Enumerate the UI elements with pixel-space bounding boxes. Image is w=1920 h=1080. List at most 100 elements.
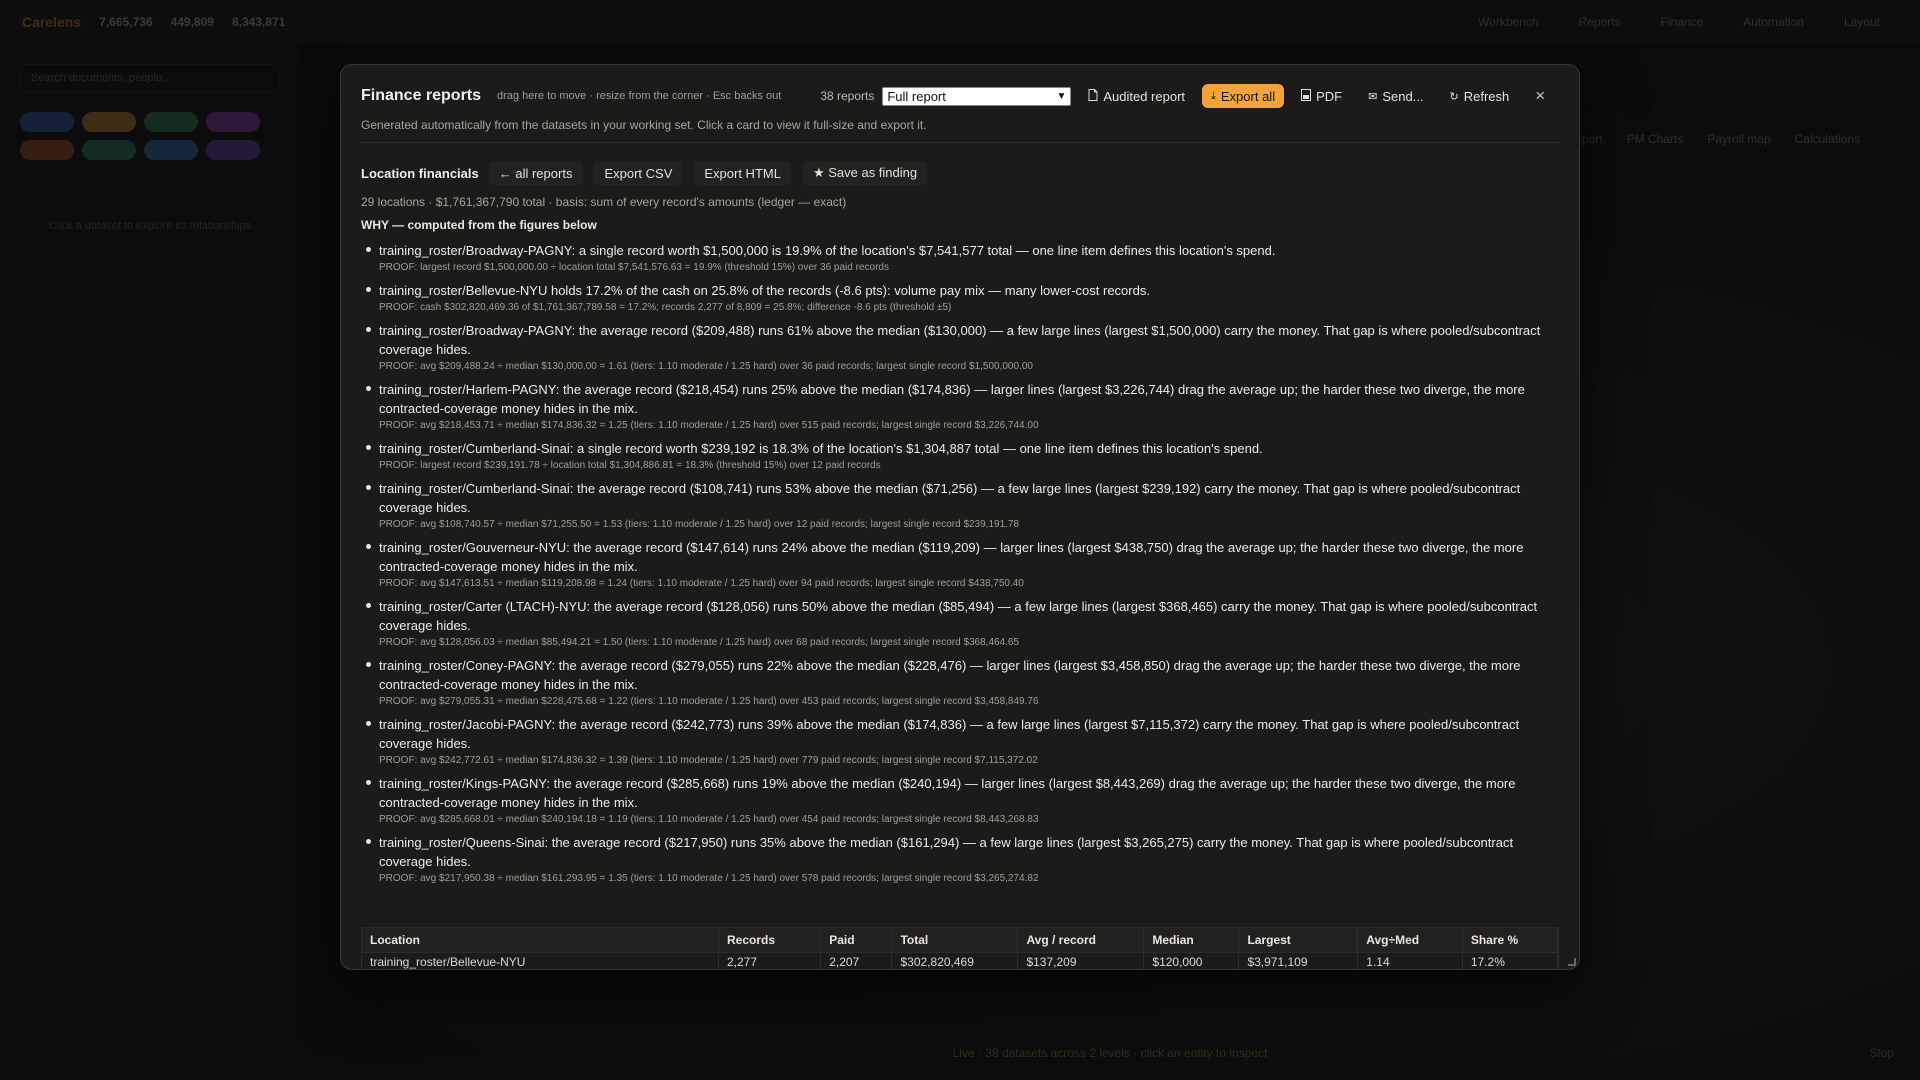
export-csv-button[interactable]: Export CSV bbox=[594, 161, 683, 185]
stat-1: 7,665,736 bbox=[99, 15, 153, 29]
stat-2: 449,809 bbox=[170, 15, 214, 29]
dataset-pill[interactable] bbox=[20, 140, 74, 160]
nav-item[interactable]: Layout bbox=[1844, 15, 1880, 29]
column-header[interactable]: Avg / record bbox=[1017, 928, 1145, 952]
send-label: Send... bbox=[1382, 88, 1424, 104]
nav-item[interactable]: Reports bbox=[1579, 15, 1621, 29]
finance-reports-modal: Finance reports drag here to move · resi… bbox=[340, 64, 1580, 970]
finding-proof: PROOF: avg $242,772.61 ÷ median $174,836… bbox=[379, 755, 1038, 766]
canvas-chip[interactable]: Payroll map bbox=[1707, 132, 1770, 146]
finding-proof: PROOF: avg $108,740.57 ÷ median $71,255.… bbox=[379, 519, 1020, 530]
column-header[interactable]: Avg÷Med bbox=[1357, 928, 1463, 952]
dataset-pill[interactable] bbox=[20, 112, 74, 132]
finding-text: training_roster/Carter (LTACH)-NYU: the … bbox=[379, 599, 1538, 633]
finding-text: training_roster/Broadway-PAGNY: the aver… bbox=[379, 323, 1541, 357]
finding-proof: PROOF: avg $285,668.01 ÷ median $240,194… bbox=[379, 814, 1039, 825]
close-icon[interactable]: × bbox=[1530, 86, 1550, 106]
nav-item[interactable]: Workbench bbox=[1478, 15, 1538, 29]
canvas-chip[interactable]: PM Charts bbox=[1627, 132, 1684, 146]
audited-report-label: Audited report bbox=[1103, 88, 1186, 104]
table-header-row: Location Records Paid Total Avg / record Medi… bbox=[362, 928, 1558, 952]
finding-item: training_roster/Harlem-PAGNY: the averag… bbox=[361, 380, 1561, 433]
finding-item: training_roster/Coney-PAGNY: the average… bbox=[361, 656, 1561, 709]
dataset-pill[interactable] bbox=[82, 112, 136, 132]
finding-proof: PROOF: avg $128,056.03 ÷ median $85,494.… bbox=[379, 637, 1020, 648]
finding-proof: PROOF: cash $302,820,469.36 of $1,761,36… bbox=[379, 302, 952, 313]
table-cell: $3,971,109 bbox=[1238, 951, 1359, 969]
sidebar-search[interactable]: Search documents, people… bbox=[20, 64, 280, 92]
finding-item: training_roster/Gouverneur-NYU: the aver… bbox=[361, 538, 1561, 591]
pdf-button[interactable]: PDF bbox=[1292, 84, 1352, 108]
canvas-chips: Export PM Charts Payroll map Calculation… bbox=[1568, 132, 1860, 146]
pdf-icon bbox=[1301, 88, 1312, 104]
why-heading: WHY — computed from the figures below bbox=[361, 218, 597, 232]
stat-3: 8,343,871 bbox=[231, 15, 286, 29]
column-header[interactable]: Total bbox=[891, 928, 1019, 952]
table-row: training_roster/Bellevue-NYU 2,277 2,207 $3… bbox=[362, 951, 1558, 969]
finding-text: training_roster/Queens-Sinai: the averag… bbox=[379, 835, 1514, 869]
modal-subtitle: Generated automatically from the dataset… bbox=[361, 118, 927, 132]
app-logo: Carelens bbox=[22, 14, 82, 30]
top-nav: Workbench Reports Finance Automation Lay… bbox=[1478, 15, 1920, 29]
refresh-label: Refresh bbox=[1463, 88, 1510, 104]
finding-text: training_roster/Cumberland-Sinai: a sing… bbox=[379, 441, 1263, 456]
dataset-pill[interactable] bbox=[82, 140, 136, 160]
column-header[interactable]: Paid bbox=[820, 928, 893, 952]
dataset-pill[interactable] bbox=[144, 112, 198, 132]
table-cell: 17.2% bbox=[1462, 951, 1558, 969]
finding-text: training_roster/Jacobi-PAGNY: the averag… bbox=[379, 717, 1520, 751]
finding-text: training_roster/Kings-PAGNY: the average… bbox=[379, 776, 1516, 810]
mail-icon: ✉ bbox=[1368, 90, 1378, 103]
dataset-pill[interactable] bbox=[206, 112, 260, 132]
refresh-button[interactable]: ↻ Refresh bbox=[1440, 84, 1519, 108]
column-header[interactable]: Location bbox=[362, 928, 719, 952]
table-cell: $302,820,469 bbox=[891, 951, 1019, 969]
dataset-pill[interactable] bbox=[206, 140, 260, 160]
finding-item: training_roster/Broadway-PAGNY: a single… bbox=[361, 241, 1561, 275]
column-header[interactable]: Records bbox=[718, 928, 822, 952]
finding-item: training_roster/Cumberland-Sinai: a sing… bbox=[361, 439, 1561, 473]
canvas-chip[interactable]: Calculations bbox=[1795, 132, 1860, 146]
finding-text: training_roster/Coney-PAGNY: the average… bbox=[379, 658, 1521, 692]
report-type-select[interactable]: Full report ▼ bbox=[882, 86, 1072, 106]
finding-proof: PROOF: largest record $1,500,000.00 ÷ lo… bbox=[379, 262, 889, 273]
export-html-button[interactable]: Export HTML bbox=[694, 161, 791, 185]
finding-item: training_roster/Carter (LTACH)-NYU: the … bbox=[361, 597, 1561, 650]
report-count: 38 reports bbox=[820, 89, 875, 103]
finding-item: training_roster/Cumberland-Sinai: the av… bbox=[361, 479, 1561, 532]
document-icon bbox=[1088, 88, 1098, 104]
divider bbox=[361, 142, 1559, 143]
audited-report-button[interactable]: Audited report bbox=[1079, 84, 1195, 108]
pdf-label: PDF bbox=[1316, 88, 1343, 104]
refresh-icon: ↻ bbox=[1449, 90, 1459, 103]
save-as-finding-button[interactable]: ★ Save as finding bbox=[802, 161, 928, 185]
modal-header[interactable]: Finance reports drag here to move · resi… bbox=[361, 81, 1565, 111]
finding-item: training_roster/Bellevue-NYU holds 17.2%… bbox=[361, 281, 1561, 315]
column-header[interactable]: Median bbox=[1143, 928, 1240, 952]
section-header: Location financials ← all reports Export… bbox=[361, 160, 1559, 186]
nav-item[interactable]: Finance bbox=[1661, 15, 1704, 29]
nav-item[interactable]: Automation bbox=[1743, 15, 1804, 29]
finding-text: training_roster/Gouverneur-NYU: the aver… bbox=[379, 540, 1524, 574]
column-header[interactable]: Largest bbox=[1238, 928, 1359, 952]
table-cell: 2,207 bbox=[820, 951, 893, 969]
finding-proof: PROOF: avg $147,613.51 ÷ median $119,208… bbox=[379, 578, 1024, 589]
resize-handle[interactable] bbox=[1568, 958, 1576, 966]
sidebar-hint: Click a dataset to explore its relations… bbox=[48, 220, 252, 232]
export-all-button[interactable]: ⤓ Export all bbox=[1202, 84, 1285, 108]
finding-text: training_roster/Broadway-PAGNY: a single… bbox=[379, 243, 1276, 258]
finding-item: training_roster/Kings-PAGNY: the average… bbox=[361, 774, 1561, 827]
stop-button[interactable]: Stop bbox=[1869, 1046, 1894, 1060]
column-header[interactable]: Share % bbox=[1462, 928, 1558, 952]
finding-proof: PROOF: avg $279,055.31 ÷ median $228,475… bbox=[379, 696, 1039, 707]
finding-text: training_roster/Harlem-PAGNY: the averag… bbox=[379, 382, 1525, 416]
table-cell: 1.14 bbox=[1357, 951, 1463, 969]
finding-item: training_roster/Jacobi-PAGNY: the averag… bbox=[361, 715, 1561, 768]
dataset-pill[interactable] bbox=[144, 140, 198, 160]
modal-title: Finance reports bbox=[361, 87, 482, 104]
app-sidebar: Search documents, people… Click a datase… bbox=[0, 44, 300, 1080]
table-cell: training_roster/Bellevue-NYU bbox=[362, 951, 719, 969]
dataset-pills bbox=[20, 112, 260, 160]
send-button[interactable]: ✉ Send... bbox=[1359, 84, 1433, 108]
back-to-reports-button[interactable]: ← all reports bbox=[488, 161, 583, 185]
